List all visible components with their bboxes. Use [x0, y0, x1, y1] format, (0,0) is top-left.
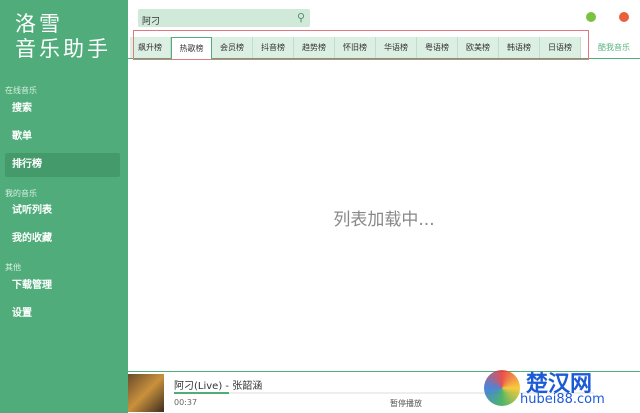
- song-title: 阿刁(Live) - 张韶涵: [174, 381, 263, 392]
- logo-line-2: 音乐助手: [15, 37, 111, 61]
- sidebar: 洛雪 音乐助手 在线音乐 搜索 歌单 排行榜 我的音乐 试听列表 我的收藏 其他…: [0, 0, 128, 413]
- sidebar-item-search[interactable]: 搜索: [5, 97, 120, 121]
- tab-japanese[interactable]: 日语榜: [540, 37, 581, 58]
- tab-hot[interactable]: 热歌榜: [171, 37, 212, 59]
- sidebar-item-listen-list[interactable]: 试听列表: [5, 199, 120, 223]
- search-input[interactable]: [138, 11, 288, 30]
- search-icon[interactable]: ⚲: [297, 11, 305, 24]
- tab-douyin[interactable]: 抖音榜: [253, 37, 294, 58]
- app-logo: 洛雪 音乐助手: [15, 12, 111, 62]
- loading-text: 列表加载中...: [333, 210, 435, 230]
- current-time: 00:37: [174, 398, 198, 407]
- sidebar-item-charts[interactable]: 排行榜: [5, 153, 120, 177]
- tab-trend[interactable]: 趋势榜: [294, 37, 335, 58]
- chart-tabs: 飙升榜 热歌榜 会员榜 抖音榜 趋势榜 怀旧榜 华语榜 粤语榜 欧美榜 韩语榜 …: [130, 37, 581, 59]
- section-other: 其他: [5, 263, 21, 272]
- tab-soaring[interactable]: 飙升榜: [130, 37, 171, 58]
- play-status[interactable]: 暂停播放: [390, 398, 422, 409]
- player-bar: 阿刁(Live) - 张韶涵 00:37 暂停播放: [128, 371, 640, 413]
- tab-cantonese[interactable]: 粤语榜: [417, 37, 458, 58]
- progress-bar[interactable]: [174, 392, 594, 394]
- section-my-music: 我的音乐: [5, 189, 37, 198]
- logo-line-1: 洛雪: [15, 12, 63, 36]
- sidebar-item-playlists[interactable]: 歌单: [5, 125, 120, 149]
- tab-korean[interactable]: 韩语榜: [499, 37, 540, 58]
- tab-nostalgia[interactable]: 怀旧榜: [335, 37, 376, 58]
- sidebar-item-settings[interactable]: 设置: [5, 302, 120, 326]
- tab-chinese[interactable]: 华语榜: [376, 37, 417, 58]
- section-online-music: 在线音乐: [5, 86, 37, 95]
- tab-western[interactable]: 欧美榜: [458, 37, 499, 58]
- search-box: ⚲: [138, 9, 310, 30]
- minimize-button[interactable]: [586, 12, 596, 22]
- sidebar-item-downloads[interactable]: 下载管理: [5, 274, 120, 298]
- album-cover[interactable]: [128, 374, 164, 412]
- progress-fill: [174, 392, 229, 394]
- tab-vip[interactable]: 会员榜: [212, 37, 253, 58]
- close-button[interactable]: [619, 12, 629, 22]
- source-selector[interactable]: 酷我音乐: [598, 42, 630, 53]
- sidebar-item-favorites[interactable]: 我的收藏: [5, 227, 120, 251]
